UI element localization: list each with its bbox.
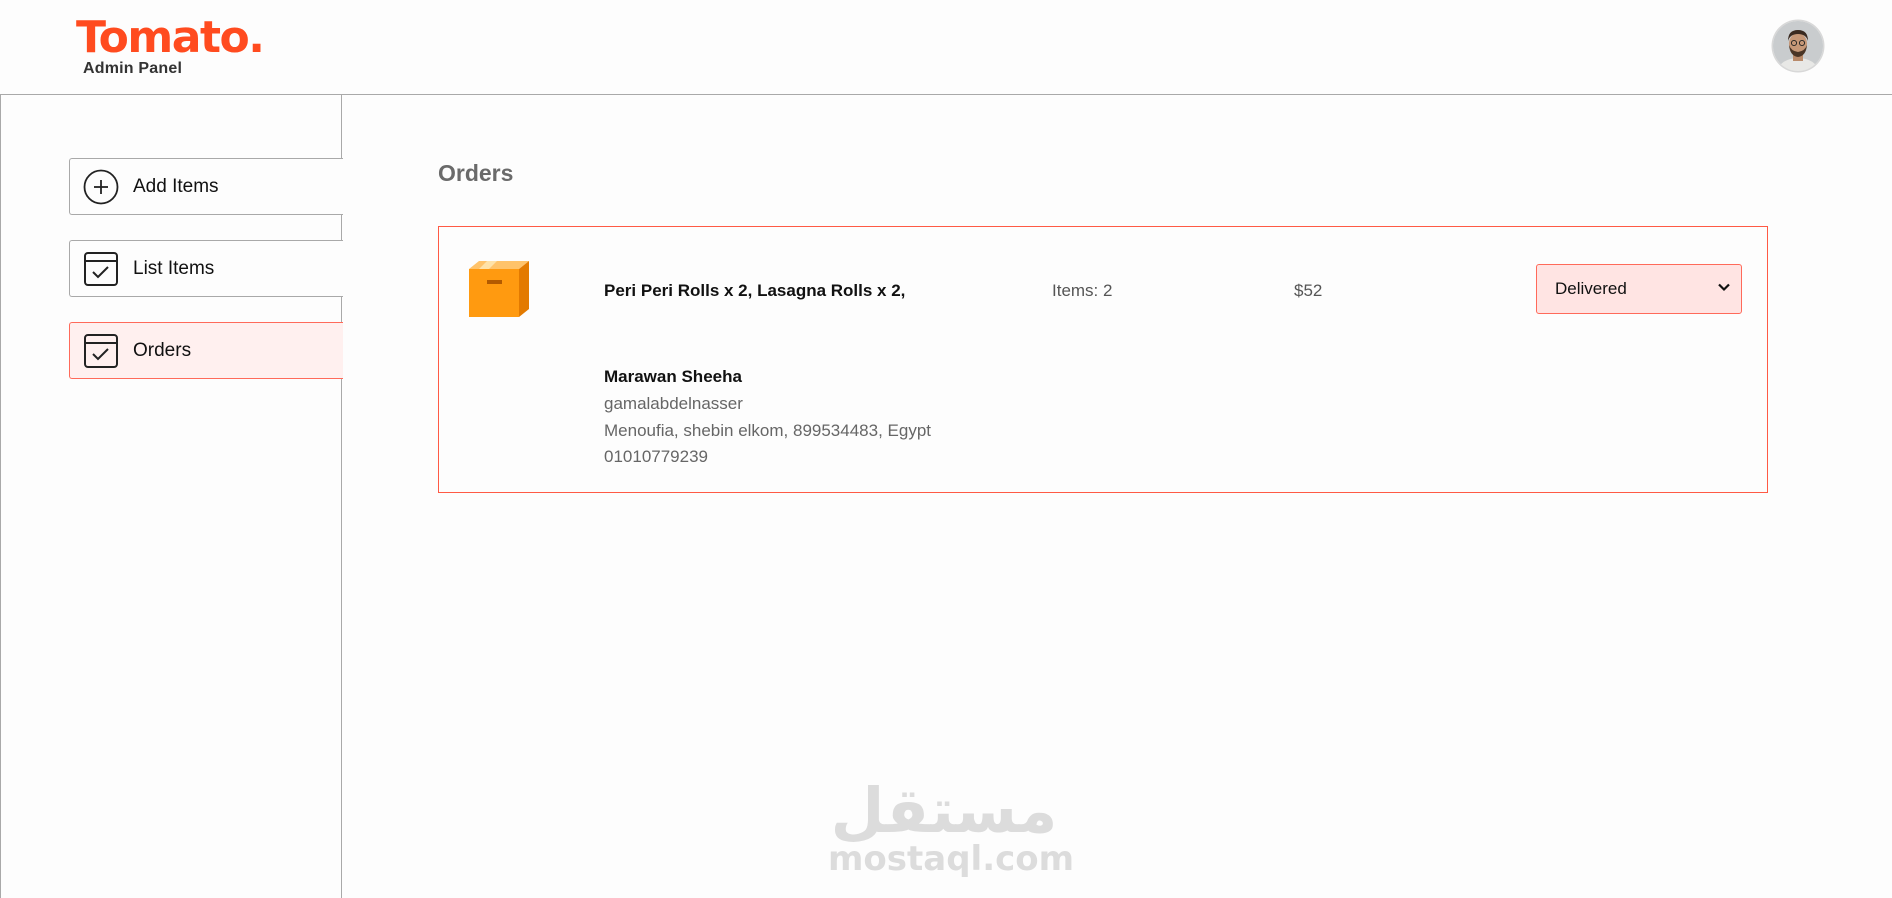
page-title: Orders <box>438 160 514 186</box>
sidebar-item-list-items[interactable]: List Items <box>69 240 343 297</box>
brand-subtitle: Admin Panel <box>83 60 183 77</box>
order-items-text: Peri Peri Rolls x 2, Lasagna Rolls x 2, <box>604 281 906 300</box>
add-circle-icon <box>82 168 120 206</box>
order-status-select[interactable]: Delivered <box>1536 264 1742 314</box>
customer-name: Marawan Sheeha <box>604 367 742 386</box>
customer-street: gamalabdelnasser <box>604 394 743 413</box>
sidebar-item-label: Orders <box>133 339 192 361</box>
sidebar-item-label: List Items <box>133 257 215 279</box>
order-amount: $52 <box>1294 281 1323 300</box>
sidebar: Add Items List Items Orders <box>0 95 343 898</box>
order-card: Peri Peri Rolls x 2, Lasagna Rolls x 2, … <box>438 226 1768 493</box>
sidebar-item-label: Add Items <box>133 175 219 197</box>
brand-logo[interactable]: Tomato. <box>76 14 265 62</box>
watermark-latin: mostaql.com <box>828 839 1075 879</box>
navbar: Tomato. Admin Panel <box>0 0 1892 95</box>
order-status-value: Delivered <box>1555 279 1627 298</box>
checklist-icon <box>82 250 120 288</box>
customer-phone: 01010779239 <box>604 447 709 466</box>
chevron-down-icon <box>1717 280 1731 299</box>
sidebar-item-orders[interactable]: Orders <box>69 322 343 379</box>
watermark-arabic: مستقل <box>830 774 1058 847</box>
checklist-icon <box>82 332 120 370</box>
customer-address: Menoufia, shebin elkom, 899534483, Egypt <box>604 421 932 440</box>
watermark: مستقل mostaql.com <box>828 774 1075 879</box>
profile-avatar[interactable] <box>1773 21 1823 71</box>
parcel-icon <box>469 259 529 319</box>
avatar-icon <box>1773 21 1823 71</box>
sidebar-item-add-items[interactable]: Add Items <box>69 158 343 215</box>
order-item-count: Items: 2 <box>1052 281 1113 300</box>
